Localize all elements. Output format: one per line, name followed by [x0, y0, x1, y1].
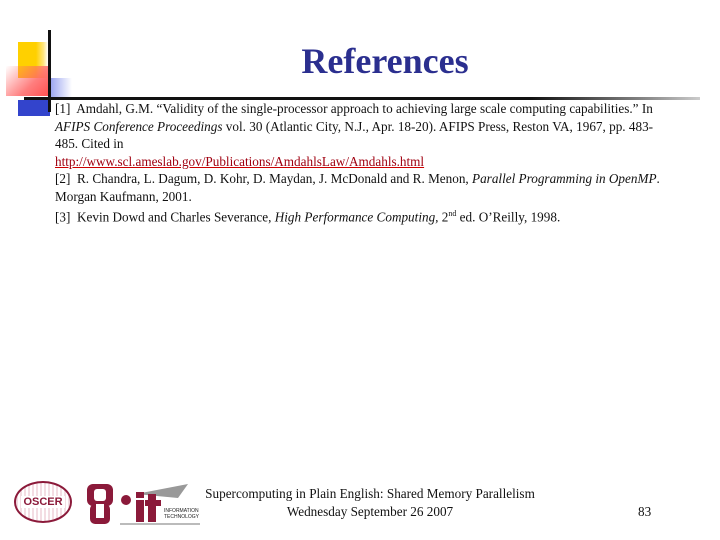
reference-edition: 2: [438, 209, 449, 225]
oscer-logo: OSCER: [14, 481, 72, 523]
reference-text: Kevin Dowd and Charles Severance,: [76, 209, 275, 225]
reference-number: [1]: [55, 101, 71, 116]
page-number: 83: [638, 504, 652, 519]
slide-title: References: [301, 41, 469, 81]
decorative-blue-square: [18, 100, 50, 116]
reference-item: [3] Kevin Dowd and Charles Severance, Hi…: [55, 205, 675, 226]
oscer-logo-text: OSCER: [21, 496, 65, 508]
reference-item: [1] Amdahl, G.M. “Validity of the single…: [55, 100, 675, 170]
reference-text: Amdahl, G.M. “Validity of the single-pro…: [76, 101, 653, 116]
footer-title: Supercomputing in Plain English: Shared …: [205, 486, 535, 501]
footer: Supercomputing in Plain English: Shared …: [180, 485, 560, 521]
reference-title: AFIPS Conference Proceedings: [55, 118, 223, 134]
decorative-red-square: [6, 66, 50, 96]
footer-date: Wednesday September 26 2007: [286, 504, 454, 519]
reference-item: [2] R. Chandra, L. Dagum, D. Kohr, D. Ma…: [55, 170, 675, 205]
ou-logo: [87, 484, 113, 524]
references-list: [1] Amdahl, G.M. “Validity of the single…: [55, 100, 675, 226]
reference-text: R. Chandra, L. Dagum, D. Kohr, D. Maydan…: [76, 171, 473, 186]
reference-link[interactable]: http://www.scl.ameslab.gov/Publications/…: [55, 154, 424, 169]
reference-title: High Performance Computing,: [274, 209, 439, 225]
reference-number: [3]: [55, 209, 71, 225]
reference-text: ed. O’Reilly, 1998.: [456, 209, 561, 225]
reference-number: [2]: [55, 171, 71, 186]
reference-title: Parallel Programming in OpenMP: [472, 171, 657, 186]
